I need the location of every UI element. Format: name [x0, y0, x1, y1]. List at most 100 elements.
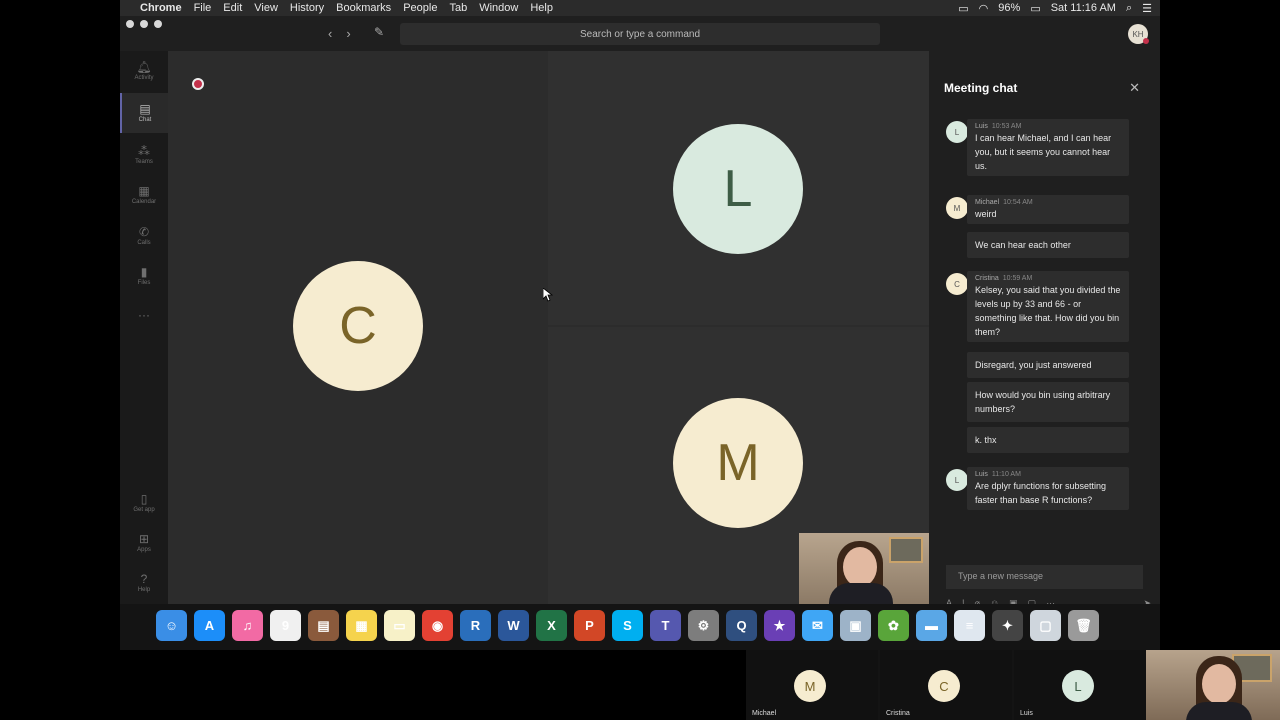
search-input[interactable]: Search or type a command — [400, 23, 880, 45]
spotlight-icon[interactable]: ⌕ — [1126, 2, 1132, 15]
calendar-app-icon[interactable]: 9 — [270, 610, 301, 641]
zoom-window-button[interactable] — [154, 20, 162, 28]
rail-item-help[interactable]: ? Help — [120, 563, 168, 603]
system-prefs-icon[interactable]: ⚙ — [688, 610, 719, 641]
app-store-icon[interactable]: A — [194, 610, 225, 641]
menu-file[interactable]: File — [194, 2, 212, 14]
r-icon[interactable]: R — [460, 610, 491, 641]
rail-item-apps[interactable]: ⊞ Apps — [120, 523, 168, 563]
chat-message: We can hear each other — [967, 232, 1129, 258]
participant-name: Cristina — [886, 710, 910, 717]
participant-tile-main[interactable]: C — [168, 51, 548, 604]
excel-icon[interactable]: X — [536, 610, 567, 641]
menu-history[interactable]: History — [290, 2, 324, 14]
files-icon: ▮ — [140, 265, 148, 279]
rail-item-activity[interactable]: 🔔︎ Activity — [120, 51, 168, 91]
rail-label: Activity — [134, 75, 154, 81]
messages-icon[interactable]: ✉ — [802, 610, 833, 641]
rail-item-get-app[interactable]: ▯ Get app — [120, 483, 168, 523]
powerpoint-icon[interactable]: P — [574, 610, 605, 641]
close-icon[interactable]: ✕ — [1129, 80, 1140, 96]
stickies-icon[interactable]: ▦ — [346, 610, 377, 641]
rail-item-teams[interactable]: ⁂ Teams — [120, 135, 168, 175]
android-file-icon[interactable]: ✿ — [878, 610, 909, 641]
message-meta: Cristina 10:59 AM — [975, 274, 1121, 283]
window-controls — [126, 20, 162, 28]
rail-item-files[interactable]: ▮ Files — [120, 256, 168, 296]
tools-icon[interactable]: ✦ — [992, 610, 1023, 641]
participant-avatar: C — [928, 670, 960, 702]
forward-icon[interactable]: › — [346, 26, 350, 41]
menu-help[interactable]: Help — [530, 2, 553, 14]
recording-indicator — [192, 78, 204, 90]
rail-item-calendar[interactable]: ▦ Calendar — [120, 175, 168, 215]
rail-item-chat[interactable]: ▤ Chat — [120, 93, 168, 133]
presenter-video[interactable] — [1146, 650, 1280, 720]
mobile-icon: ▯ — [140, 492, 148, 506]
back-icon[interactable]: ‹ — [328, 26, 332, 41]
battery-percent[interactable]: 96% — [998, 2, 1020, 14]
imovie-icon[interactable]: ★ — [764, 610, 795, 641]
menu-tab[interactable]: Tab — [449, 2, 467, 14]
video-wall-frame — [889, 537, 923, 563]
chat-message: Michael 10:54 AM weird — [967, 195, 1129, 224]
teams-window: ‹ › ✎ Search or type a command KH 🔔︎ Act… — [120, 16, 1160, 608]
profile-avatar[interactable]: KH — [1128, 24, 1149, 44]
message-time: 10:59 AM — [1002, 275, 1033, 282]
participant-name: Michael — [752, 710, 777, 717]
participant-tile-luis[interactable]: L Luis — [1014, 650, 1146, 720]
new-chat-icon[interactable]: ✎ — [374, 25, 384, 39]
dock-icons: ☺ A ♫ 9 ▤ ▦ ▭ ◉ R W X P S T ⚙ Q ★ ✉ ▣ ✿ ▬ ≡ ✦ ▢ 🗑 — [156, 610, 1099, 641]
finder-icon[interactable]: ☺ — [156, 610, 187, 641]
preview-icon[interactable]: ▣ — [840, 610, 871, 641]
participant-tile-cristina[interactable]: C Cristina — [880, 650, 1012, 720]
folder-icon[interactable]: ▬ — [916, 610, 947, 641]
chat-message: Disregard, you just answered — [967, 352, 1129, 378]
participant-avatar: M — [794, 670, 826, 702]
menu-window[interactable]: Window — [479, 2, 518, 14]
textedit-icon[interactable]: ≡ — [954, 610, 985, 641]
notebook-icon[interactable]: ▤ — [308, 610, 339, 641]
help-icon: ? — [140, 572, 148, 586]
chat-message: Luis 10:53 AM I can hear Michael, and I c… — [967, 119, 1129, 176]
battery-icon[interactable]: ▭ — [1030, 2, 1040, 15]
wifi-icon[interactable]: ◠ — [979, 2, 989, 15]
chat-avatar: L — [946, 469, 968, 491]
meeting-stage: C L M — [168, 51, 929, 604]
clock[interactable]: Sat 11:16 AM — [1051, 2, 1116, 14]
rail-item-calls[interactable]: ✆ Calls — [120, 216, 168, 256]
more-icon: ··· — [138, 308, 150, 322]
rail-item-more[interactable]: ··· — [120, 295, 168, 335]
notes-icon[interactable]: ▭ — [384, 610, 415, 641]
menu-view[interactable]: View — [254, 2, 278, 14]
quicktime-icon[interactable]: Q — [726, 610, 757, 641]
video-person-body — [1186, 702, 1252, 720]
close-window-button[interactable] — [126, 20, 134, 28]
menu-app-name[interactable]: Chrome — [140, 2, 182, 14]
message-input[interactable]: Type a new message — [946, 565, 1143, 589]
chat-message: How would you bin using arbitrary number… — [967, 382, 1129, 422]
minimize-window-button[interactable] — [140, 20, 148, 28]
menu-bookmarks[interactable]: Bookmarks — [336, 2, 391, 14]
menu-edit[interactable]: Edit — [223, 2, 242, 14]
participant-tile-michael[interactable]: M Michael — [746, 650, 878, 720]
itunes-icon[interactable]: ♫ — [232, 610, 263, 641]
trash-icon[interactable]: 🗑 — [1068, 610, 1099, 641]
participant-avatar-l: L — [673, 124, 803, 254]
rail-label: Files — [137, 280, 151, 286]
screens-icon[interactable]: ▢ — [1030, 610, 1061, 641]
chrome-icon[interactable]: ◉ — [422, 610, 453, 641]
airplay-icon[interactable]: ▭ — [958, 2, 968, 15]
message-placeholder: Type a new message — [958, 571, 1044, 581]
presence-dot — [1143, 38, 1149, 44]
menu-people[interactable]: People — [403, 2, 437, 14]
chat-message: k. thx — [967, 427, 1129, 453]
word-icon[interactable]: W — [498, 610, 529, 641]
participant-tile-top[interactable]: L — [548, 51, 929, 325]
notification-center-icon[interactable]: ☰ — [1142, 2, 1152, 15]
skype-icon[interactable]: S — [612, 610, 643, 641]
teams-app-icon[interactable]: T — [650, 610, 681, 641]
self-video-preview[interactable] — [799, 533, 929, 604]
message-author: Luis — [975, 123, 988, 130]
video-person-face — [1202, 664, 1236, 704]
